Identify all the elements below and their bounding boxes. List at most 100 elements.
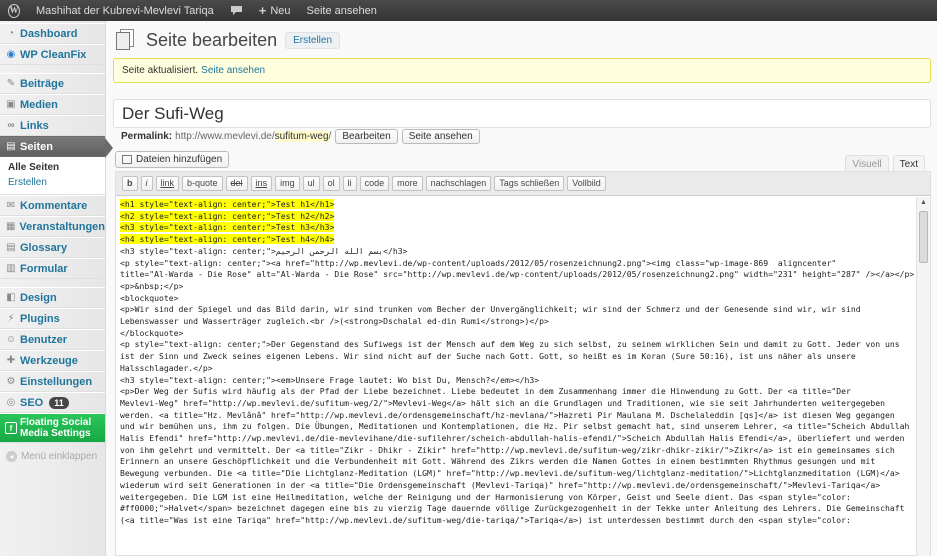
- code-line: Mevlevi-Weg" href="http://wp.mevlevi.de/…: [120, 397, 886, 408]
- qt-italic-button[interactable]: i: [140, 176, 153, 191]
- code-line: Lebenswasser und Wasserträger zugleich.<…: [120, 316, 549, 327]
- permalink-label: Permalink:: [121, 130, 173, 142]
- plugins-icon: ⚡: [7, 313, 15, 324]
- code-line: wiederum wird seit Generationen in der <…: [120, 479, 881, 490]
- code-line: Erinnern an unsere Geschöpflichkeit und …: [120, 456, 876, 467]
- highlighted-code-line: <h1 style="text-align: center;">Test h1<…: [120, 199, 335, 209]
- code-line: und wir bemühen uns, ihm zu folgen. Die …: [120, 421, 910, 432]
- qt-ul-button[interactable]: ul: [302, 176, 320, 191]
- code-line: title="Al-Warda - Die Rose" alt="Al-Ward…: [120, 269, 915, 280]
- sidebar-item-posts[interactable]: ✎ Beiträge: [0, 73, 105, 94]
- view-page-link[interactable]: Seite ansehen: [299, 0, 385, 21]
- social-icon: f: [5, 422, 17, 434]
- code-line: werden. <a title="Hz. Mevlânâ" href="htt…: [120, 409, 895, 420]
- sidebar-item-settings[interactable]: ⚙ Einstellungen: [0, 371, 105, 392]
- highlighted-code-line: <h2 style="text-align: center;">Test h2<…: [120, 210, 335, 221]
- sidebar-item-seo[interactable]: ◎ SEO 11: [0, 392, 105, 413]
- highlighted-code-line: <h4 style="text-align: center;">Test h4<…: [120, 234, 335, 245]
- main-content: Seite bearbeiten Erstellen Seite aktuali…: [106, 21, 937, 556]
- site-name-link[interactable]: Mashihat der Kubrevi-Mevlevi Tariqa: [28, 0, 222, 21]
- events-icon: ▦: [5, 221, 16, 232]
- code-line: ist der Sinn und Zweck seines eigenen Le…: [120, 351, 856, 362]
- qt-ins-button[interactable]: ins: [250, 176, 273, 191]
- permalink-slug[interactable]: sufitum-weg: [274, 130, 329, 142]
- media-icon: ▣: [6, 99, 16, 110]
- sidebar-item-media[interactable]: ▣ Medien: [0, 94, 105, 115]
- sidebar-item-glossary[interactable]: ▤ Glossary: [0, 237, 105, 258]
- settings-icon: ⚙: [6, 376, 16, 387]
- sidebar-item-dashboard[interactable]: ◔ Dashboard: [0, 23, 105, 44]
- appearance-icon: ◧: [6, 292, 16, 303]
- add-new-button[interactable]: Erstellen: [285, 31, 341, 49]
- code-line: <p>&nbsp;</p>: [120, 280, 184, 291]
- pages-icon: [116, 29, 138, 51]
- tools-icon: ✚: [6, 355, 16, 366]
- scroll-up-icon[interactable]: ▲: [917, 197, 930, 209]
- content-textarea[interactable]: <h1 style="text-align: center;">Test h1<…: [120, 199, 917, 556]
- qt-lookup-button[interactable]: nachschlagen: [425, 176, 492, 191]
- form-icon: ▥: [6, 263, 16, 274]
- sidebar-item-tools[interactable]: ✚ Werkzeuge: [0, 350, 105, 371]
- sidebar-item-floating-social[interactable]: f Floating Social Media Settings: [0, 413, 105, 443]
- add-media-button[interactable]: Dateien hinzufügen: [115, 151, 230, 168]
- code-line: weitergegeben. Die LGM ist eine Heilmedi…: [120, 491, 851, 502]
- update-notice: Seite aktualisiert. Seite ansehen: [113, 58, 931, 83]
- qt-del-button[interactable]: del: [225, 176, 248, 191]
- collapse-menu-button[interactable]: ◂ Menü einklappen: [0, 443, 105, 462]
- editor-scrollbar[interactable]: ▲: [916, 197, 930, 556]
- edit-permalink-button[interactable]: Bearbeiten: [335, 128, 398, 144]
- code-line: <p>Der Weg der Sufis wird häufig als der…: [120, 386, 851, 397]
- view-page-button[interactable]: Seite ansehen: [401, 128, 480, 144]
- qt-more-button[interactable]: more: [392, 176, 423, 191]
- page-title: Seite bearbeiten: [146, 29, 278, 50]
- sidebar-item-links[interactable]: ∞ Links: [0, 115, 105, 136]
- submenu-all-pages[interactable]: Alle Seiten: [0, 160, 105, 175]
- sidebar-item-users[interactable]: ☺ Benutzer: [0, 329, 105, 350]
- new-content-button[interactable]: + Neu: [251, 0, 299, 21]
- code-line: <h3 style="text-align: center;"><em>Unse…: [120, 374, 540, 385]
- code-line: Bewegung verbunden. Die <a title="Die Li…: [120, 468, 900, 479]
- code-line: Halis Efendi" href="http://wp.mevlevi.de…: [120, 433, 905, 444]
- plus-icon: +: [258, 3, 267, 18]
- sidebar-item-form[interactable]: ▥ Formular: [0, 258, 105, 279]
- qt-link-button[interactable]: link: [155, 176, 180, 191]
- sidebar-item-cleanfix[interactable]: ◉ WP CleanFix: [0, 44, 105, 65]
- notice-view-link[interactable]: Seite ansehen: [201, 65, 265, 76]
- permalink-end: /: [328, 130, 332, 142]
- submenu-add-new[interactable]: Erstellen: [0, 175, 105, 190]
- sidebar-item-pages[interactable]: ▤ Seiten: [0, 136, 113, 158]
- code-line: <h3 style="text-align: center;">بسم الله…: [120, 245, 408, 256]
- qt-bold-button[interactable]: b: [122, 176, 138, 191]
- code-line: <p style="text-align: center;"><a href="…: [120, 257, 837, 268]
- scroll-thumb[interactable]: [919, 211, 928, 263]
- sidebar-item-plugins[interactable]: ⚡ Plugins: [0, 308, 105, 329]
- admin-bar: W Mashihat der Kubrevi-Mevlevi Tariqa + N…: [0, 0, 937, 21]
- qt-fullscreen-button[interactable]: Vollbild: [567, 176, 606, 191]
- pages-icon: ▤: [6, 141, 16, 152]
- media-icon: [122, 155, 132, 164]
- sidebar-item-comments[interactable]: ✉ Kommentare: [0, 195, 105, 216]
- admin-sidebar: ◔ Dashboard ◉ WP CleanFix ✎ Beiträge ▣ Medie…: [0, 21, 113, 556]
- qt-ol-button[interactable]: ol: [322, 176, 340, 191]
- sidebar-item-design[interactable]: ◧ Design: [0, 287, 105, 308]
- sidebar-item-events[interactable]: ▦ Veranstaltungen: [0, 216, 105, 237]
- qt-img-button[interactable]: img: [275, 176, 300, 191]
- permalink-base: http://www.mevlevi.de/: [175, 130, 275, 142]
- notice-text: Seite aktualisiert.: [122, 65, 199, 76]
- qt-close-tags-button[interactable]: Tags schließen: [494, 176, 565, 191]
- comment-bubble-icon[interactable]: [222, 0, 251, 21]
- pages-submenu: Alle Seiten Erstellen: [0, 157, 105, 195]
- qt-code-button[interactable]: code: [359, 176, 390, 191]
- pin-icon: ✎: [6, 78, 16, 89]
- page-header: Seite bearbeiten Erstellen: [116, 29, 341, 51]
- seo-icon: ◎: [6, 397, 16, 408]
- permalink-row: Permalink: http://www.mevlevi.de/sufitum…: [121, 128, 480, 144]
- code-line: Halsschlagader.</p>: [120, 362, 213, 373]
- highlighted-code-line: <h3 style="text-align: center;">Test h3<…: [120, 222, 335, 233]
- seo-count-badge: 11: [49, 396, 69, 409]
- quicktags-toolbar: b i link b-quote del ins img ul ol li co…: [116, 172, 930, 196]
- qt-blockquote-button[interactable]: b-quote: [182, 176, 223, 191]
- post-title-input[interactable]: Der Sufi-Weg: [113, 99, 931, 128]
- wordpress-logo-icon[interactable]: W: [0, 0, 28, 21]
- qt-li-button[interactable]: li: [342, 176, 357, 191]
